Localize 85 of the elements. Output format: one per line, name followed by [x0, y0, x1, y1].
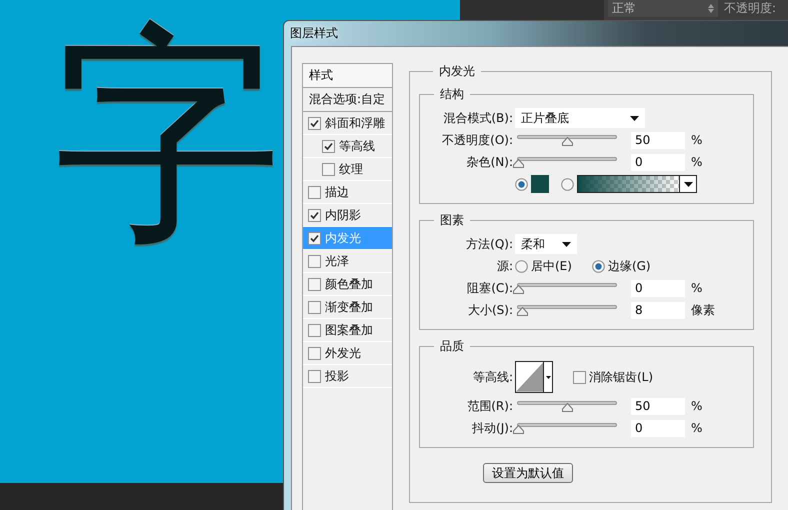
style-item[interactable]: 光泽 — [303, 250, 392, 273]
unit-label: % — [691, 281, 702, 295]
field-label: 混合模式(B): — [442, 110, 514, 126]
style-item[interactable]: 斜面和浮雕 — [303, 112, 392, 135]
checkbox[interactable] — [308, 208, 321, 222]
blend-mode-dropdown[interactable]: 正常 — [608, 0, 718, 17]
slider-thumb[interactable] — [516, 307, 528, 316]
slider[interactable] — [515, 421, 619, 435]
style-item[interactable]: 渐变叠加 — [303, 296, 392, 319]
field-label: 阻塞(C): — [466, 280, 514, 296]
caret-icon — [562, 242, 571, 246]
style-item[interactable]: 混合选项:自定 — [303, 88, 392, 112]
unit-label: % — [691, 155, 702, 169]
gradient-picker[interactable] — [577, 175, 697, 193]
antialias-option[interactable]: 消除锯齿(L) — [573, 368, 654, 386]
style-item[interactable]: 投影 — [303, 365, 392, 388]
color-swatch[interactable] — [531, 175, 549, 193]
slider-thumb[interactable] — [513, 159, 524, 168]
checkbox[interactable] — [308, 300, 321, 314]
style-item[interactable]: 颜色叠加 — [303, 273, 392, 296]
slider[interactable] — [515, 133, 619, 147]
updown-icon — [708, 4, 714, 13]
opacity-label: 不透明度: — [724, 0, 776, 17]
panel-title: 内发光 — [438, 63, 476, 80]
style-item[interactable]: 等高线 — [303, 135, 392, 158]
checkbox[interactable] — [573, 370, 586, 384]
radio-button[interactable] — [561, 178, 574, 190]
checkbox[interactable] — [308, 232, 321, 244]
slider[interactable] — [515, 303, 619, 317]
field-label: 不透明度(O): — [441, 132, 514, 148]
checkbox[interactable] — [322, 162, 335, 176]
checkbox[interactable] — [322, 140, 335, 152]
value-field[interactable]: 0 — [631, 154, 685, 170]
value-field[interactable]: 0 — [631, 280, 685, 296]
styles-header: 样式 — [303, 64, 392, 88]
group-title: 结构 — [439, 86, 465, 103]
slider-thumb[interactable] — [513, 285, 524, 294]
checkbox[interactable] — [308, 186, 321, 198]
checkbox[interactable] — [308, 116, 321, 130]
checkbox[interactable] — [308, 370, 321, 382]
field-label: 大小(S): — [466, 302, 514, 318]
radio-button[interactable] — [515, 260, 528, 272]
caret-icon — [684, 182, 692, 186]
field-label: 源: — [496, 258, 514, 274]
contour-curve-icon — [516, 362, 544, 392]
value-field[interactable]: 0 — [631, 420, 685, 436]
slider[interactable] — [515, 281, 619, 295]
unit-label: % — [691, 133, 702, 147]
caret-icon — [630, 116, 639, 120]
slider[interactable] — [515, 155, 619, 169]
dropdown[interactable]: 正片叠底 — [515, 108, 645, 128]
checkbox[interactable] — [308, 346, 321, 360]
unit-label: % — [691, 399, 702, 413]
caret-icon — [546, 376, 551, 378]
group-title: 品质 — [439, 338, 465, 355]
unit-label: 像素 — [691, 302, 715, 318]
contour-picker[interactable] — [515, 361, 553, 393]
slider[interactable] — [515, 399, 619, 413]
checkbox[interactable] — [308, 324, 321, 336]
radio-option[interactable]: 边缘(G) — [592, 258, 651, 274]
dropdown[interactable]: 柔和 — [515, 234, 577, 254]
reset-default-button[interactable]: 设置为默认值 — [483, 463, 573, 483]
value-field[interactable]: 8 — [631, 302, 685, 318]
field-label: 方法(Q): — [465, 236, 514, 252]
style-item[interactable]: 纹理 — [303, 158, 392, 181]
group-title: 图素 — [439, 212, 465, 229]
style-item[interactable]: 描边 — [303, 181, 392, 204]
field-label: 范围(R): — [466, 398, 514, 414]
value-field[interactable]: 50 — [631, 398, 685, 414]
unit-label: % — [691, 421, 702, 435]
radio-button[interactable] — [592, 260, 605, 272]
radio-button[interactable] — [515, 178, 528, 190]
radio-option[interactable]: 居中(E) — [515, 258, 572, 274]
style-item[interactable]: 图案叠加 — [303, 319, 392, 342]
slider-thumb[interactable] — [513, 425, 524, 434]
slider-thumb[interactable] — [562, 403, 573, 412]
value-field[interactable]: 50 — [631, 132, 685, 148]
checkbox[interactable] — [308, 278, 321, 290]
slider-thumb[interactable] — [562, 137, 573, 146]
field-label: 等高线: — [472, 368, 514, 386]
style-item[interactable]: 外发光 — [303, 342, 392, 365]
field-label: 杂色(N): — [466, 154, 514, 170]
dialog-title: 图层样式 — [289, 25, 339, 42]
field-label: 抖动(J): — [471, 420, 514, 436]
checkbox[interactable] — [308, 254, 321, 268]
